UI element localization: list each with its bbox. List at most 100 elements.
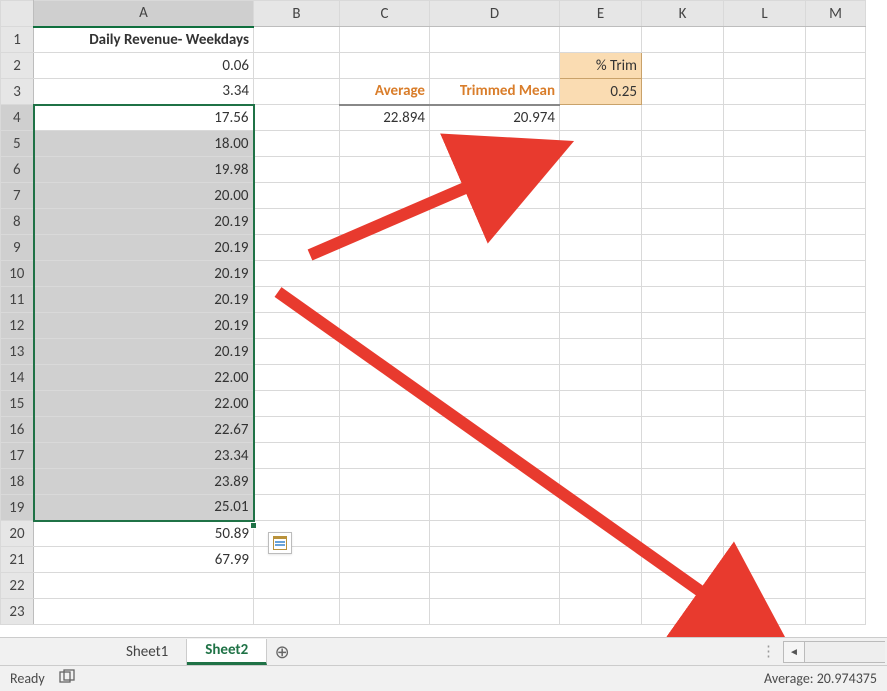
hscroll-track[interactable]	[805, 641, 885, 663]
cell[interactable]	[340, 131, 430, 157]
selection-fill-handle[interactable]	[250, 522, 257, 529]
cell[interactable]	[642, 53, 724, 79]
cell[interactable]: 22.67	[34, 417, 254, 443]
cell[interactable]	[340, 547, 430, 573]
cell[interactable]	[642, 443, 724, 469]
cell[interactable]	[642, 339, 724, 365]
col-head-D[interactable]: D	[430, 1, 560, 27]
row-head[interactable]: 20	[1, 521, 34, 547]
cell[interactable]	[430, 287, 560, 313]
cell[interactable]: 67.99	[34, 547, 254, 573]
cell[interactable]: 20.19	[34, 261, 254, 287]
cell[interactable]	[806, 495, 866, 521]
cell[interactable]	[724, 79, 806, 105]
cell[interactable]: 20.00	[34, 183, 254, 209]
cell[interactable]	[254, 365, 340, 391]
cell[interactable]	[430, 235, 560, 261]
cell[interactable]	[430, 157, 560, 183]
cell[interactable]	[430, 495, 560, 521]
cell[interactable]	[724, 521, 806, 547]
tab-sheet2[interactable]: Sheet2	[187, 639, 267, 665]
cell[interactable]	[642, 417, 724, 443]
cell[interactable]	[806, 547, 866, 573]
cell[interactable]	[724, 443, 806, 469]
cell-C3-average-label[interactable]: Average	[340, 79, 430, 105]
row-head[interactable]: 6	[1, 157, 34, 183]
cell[interactable]	[560, 131, 642, 157]
cell[interactable]	[642, 183, 724, 209]
cell[interactable]	[724, 131, 806, 157]
col-head-K[interactable]: K	[642, 1, 724, 27]
cell[interactable]	[430, 339, 560, 365]
cell[interactable]: 22.00	[34, 391, 254, 417]
row-head[interactable]: 9	[1, 235, 34, 261]
cell[interactable]	[806, 365, 866, 391]
row-head[interactable]: 19	[1, 495, 34, 521]
row-head[interactable]: 1	[1, 27, 34, 53]
cell[interactable]	[340, 53, 430, 79]
cell[interactable]	[806, 261, 866, 287]
cell[interactable]	[560, 261, 642, 287]
row-head[interactable]: 3	[1, 79, 34, 105]
cell[interactable]	[254, 105, 340, 131]
cell[interactable]	[806, 573, 866, 599]
cell[interactable]	[340, 417, 430, 443]
cell[interactable]	[642, 157, 724, 183]
hscroll-left-button[interactable]: ◄	[783, 641, 805, 663]
cell[interactable]	[560, 313, 642, 339]
cell[interactable]	[642, 27, 724, 53]
cell[interactable]	[806, 339, 866, 365]
cell[interactable]	[806, 469, 866, 495]
row-head[interactable]: 4	[1, 105, 34, 131]
cell[interactable]	[642, 599, 724, 625]
cell[interactable]	[724, 313, 806, 339]
row-head[interactable]: 18	[1, 469, 34, 495]
cell[interactable]	[724, 573, 806, 599]
cell[interactable]	[560, 599, 642, 625]
row-head[interactable]: 13	[1, 339, 34, 365]
cell[interactable]	[724, 391, 806, 417]
cell[interactable]	[430, 313, 560, 339]
row-head[interactable]: 23	[1, 599, 34, 625]
cell[interactable]	[340, 27, 430, 53]
cell[interactable]	[724, 235, 806, 261]
row-head[interactable]: 2	[1, 53, 34, 79]
cell[interactable]	[254, 469, 340, 495]
cell[interactable]	[560, 469, 642, 495]
cell[interactable]	[806, 53, 866, 79]
cell[interactable]	[560, 547, 642, 573]
cell[interactable]	[806, 287, 866, 313]
add-sheet-button[interactable]: ⊕	[267, 641, 297, 663]
cell[interactable]	[724, 469, 806, 495]
cell[interactable]	[806, 521, 866, 547]
col-head-B[interactable]: B	[254, 1, 340, 27]
cell[interactable]	[806, 443, 866, 469]
cell[interactable]: 22.00	[34, 365, 254, 391]
cell[interactable]	[806, 131, 866, 157]
cell[interactable]	[806, 313, 866, 339]
cell[interactable]: 20.19	[34, 235, 254, 261]
cell[interactable]	[560, 287, 642, 313]
cell[interactable]	[724, 287, 806, 313]
cell[interactable]	[34, 573, 254, 599]
cell[interactable]	[560, 443, 642, 469]
cell[interactable]	[724, 495, 806, 521]
cell[interactable]	[724, 183, 806, 209]
cell[interactable]	[642, 131, 724, 157]
cell[interactable]	[254, 157, 340, 183]
cell[interactable]	[340, 339, 430, 365]
cell[interactable]	[642, 313, 724, 339]
cell[interactable]	[340, 599, 430, 625]
col-head-C[interactable]: C	[340, 1, 430, 27]
cell-E2-pct-trim-label[interactable]: % Trim	[560, 53, 642, 79]
cell[interactable]	[340, 443, 430, 469]
cell[interactable]	[430, 443, 560, 469]
cell[interactable]	[806, 79, 866, 105]
cell[interactable]	[254, 131, 340, 157]
cell[interactable]	[560, 365, 642, 391]
row-head[interactable]: 21	[1, 547, 34, 573]
row-head[interactable]: 12	[1, 313, 34, 339]
cell[interactable]	[724, 105, 806, 131]
tab-split-handle[interactable]: ⋮	[761, 642, 775, 661]
cell[interactable]: 20.19	[34, 287, 254, 313]
